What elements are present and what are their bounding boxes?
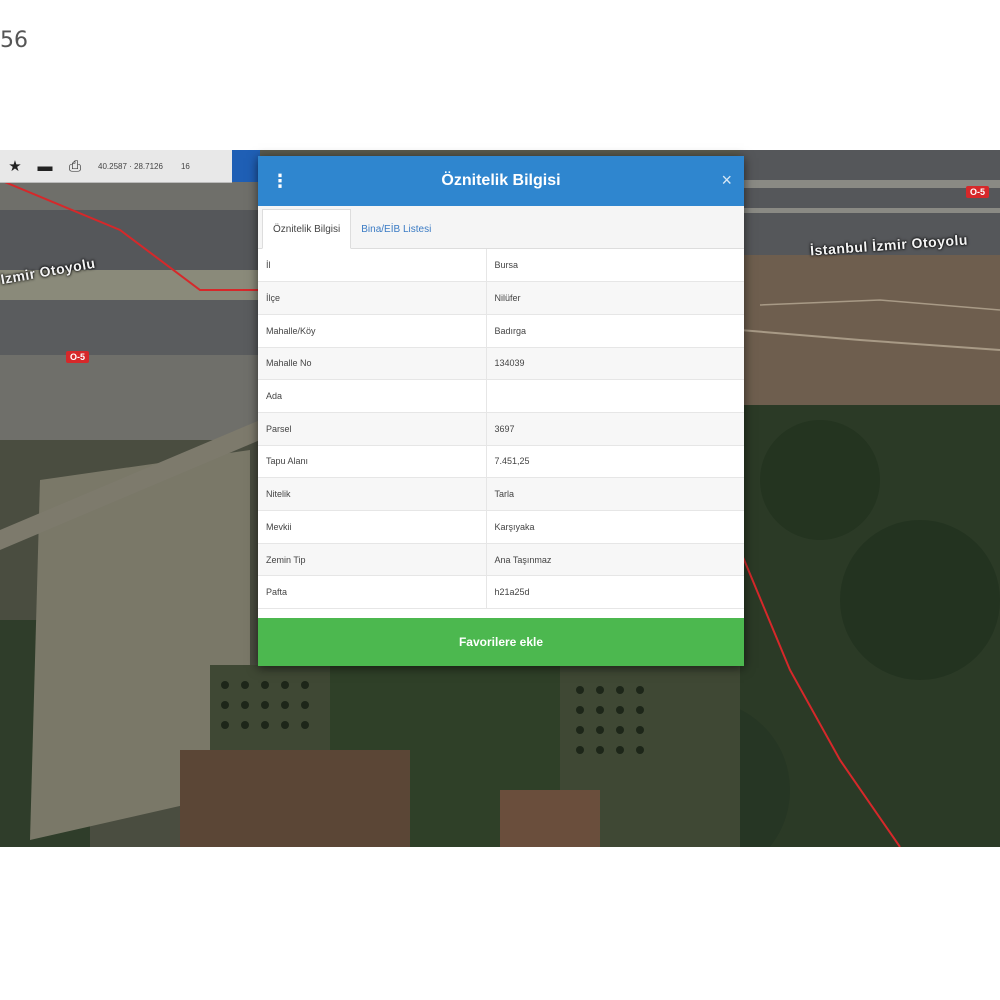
table-row: Zemin Tip Ana Taşınmaz bbox=[258, 543, 744, 577]
table-row: Mahalle No 134039 bbox=[258, 347, 744, 381]
table-row: Pafta h21a25d bbox=[258, 575, 744, 610]
row-key: Zemin Tip bbox=[258, 543, 487, 577]
row-value: Badırga bbox=[486, 314, 744, 348]
row-key: Mahalle/Köy bbox=[258, 314, 487, 348]
dialog-header: ⋮ Öznitelik Bilgisi × bbox=[258, 156, 744, 206]
star-icon[interactable]: ★ bbox=[0, 150, 30, 182]
printer-icon[interactable]: ⎙ bbox=[60, 150, 90, 182]
row-key: Nitelik bbox=[258, 477, 487, 511]
row-key: Tapu Alanı bbox=[258, 445, 487, 479]
row-value: Karşıyaka bbox=[486, 510, 744, 544]
tab-building-list[interactable]: Bina/EİB Listesi bbox=[351, 210, 441, 248]
row-value: Ana Taşınmaz bbox=[486, 543, 744, 577]
row-key: Ada bbox=[258, 379, 487, 413]
tab-attribute-info[interactable]: Öznitelik Bilgisi bbox=[262, 209, 352, 249]
table-row: Ada bbox=[258, 379, 744, 413]
row-value bbox=[486, 379, 744, 413]
table-row: Mahalle/Köy Badırga bbox=[258, 314, 744, 348]
road-shield-left: O-5 bbox=[66, 351, 90, 363]
corner-number: 56 bbox=[0, 28, 28, 53]
row-value: 134039 bbox=[486, 347, 744, 381]
table-row: İlçe Nilüfer bbox=[258, 281, 744, 315]
table-row: Tapu Alanı 7.451,25 bbox=[258, 445, 744, 479]
row-value: Tarla bbox=[486, 477, 744, 511]
add-to-favorites-button[interactable]: Favorilere ekle bbox=[258, 618, 744, 666]
row-key: Pafta bbox=[258, 575, 487, 610]
row-key: İl bbox=[258, 249, 487, 283]
row-value: Bursa bbox=[486, 249, 744, 283]
row-key: Parsel bbox=[258, 412, 487, 446]
row-key: İlçe bbox=[258, 281, 487, 315]
table-row: Nitelik Tarla bbox=[258, 477, 744, 511]
kebab-menu-icon[interactable]: ⋮ bbox=[258, 156, 302, 206]
row-value: 7.451,25 bbox=[486, 445, 744, 479]
row-value: 3697 bbox=[486, 412, 744, 446]
map-toolbar: ★ ▬ ⎙ 40.2587 · 28.7126 16 bbox=[0, 150, 232, 183]
table-row: Mevkii Karşıyaka bbox=[258, 510, 744, 544]
zoom-level: 16 bbox=[180, 161, 190, 171]
attribute-table: İl Bursa İlçe Nilüfer Mahalle/Köy Badırga M… bbox=[258, 249, 744, 610]
attribute-dialog: ⋮ Öznitelik Bilgisi × Öznitelik Bilgisi … bbox=[258, 156, 744, 666]
row-value: h21a25d bbox=[486, 575, 744, 610]
table-row: Parsel 3697 bbox=[258, 412, 744, 446]
coordinates-readout: 40.2587 · 28.7126 bbox=[98, 161, 163, 171]
row-key: Mahalle No bbox=[258, 347, 487, 381]
minus-icon[interactable]: ▬ bbox=[30, 150, 60, 182]
close-icon[interactable]: × bbox=[721, 170, 732, 191]
road-shield-right: O-5 bbox=[966, 186, 990, 198]
dialog-tabs: Öznitelik Bilgisi Bina/EİB Listesi bbox=[258, 206, 744, 249]
row-key: Mevkii bbox=[258, 510, 487, 544]
dialog-title: Öznitelik Bilgisi bbox=[441, 172, 561, 189]
row-value: Nilüfer bbox=[486, 281, 744, 315]
panel-toggle-tab[interactable] bbox=[232, 150, 260, 182]
table-row: İl Bursa bbox=[258, 249, 744, 283]
